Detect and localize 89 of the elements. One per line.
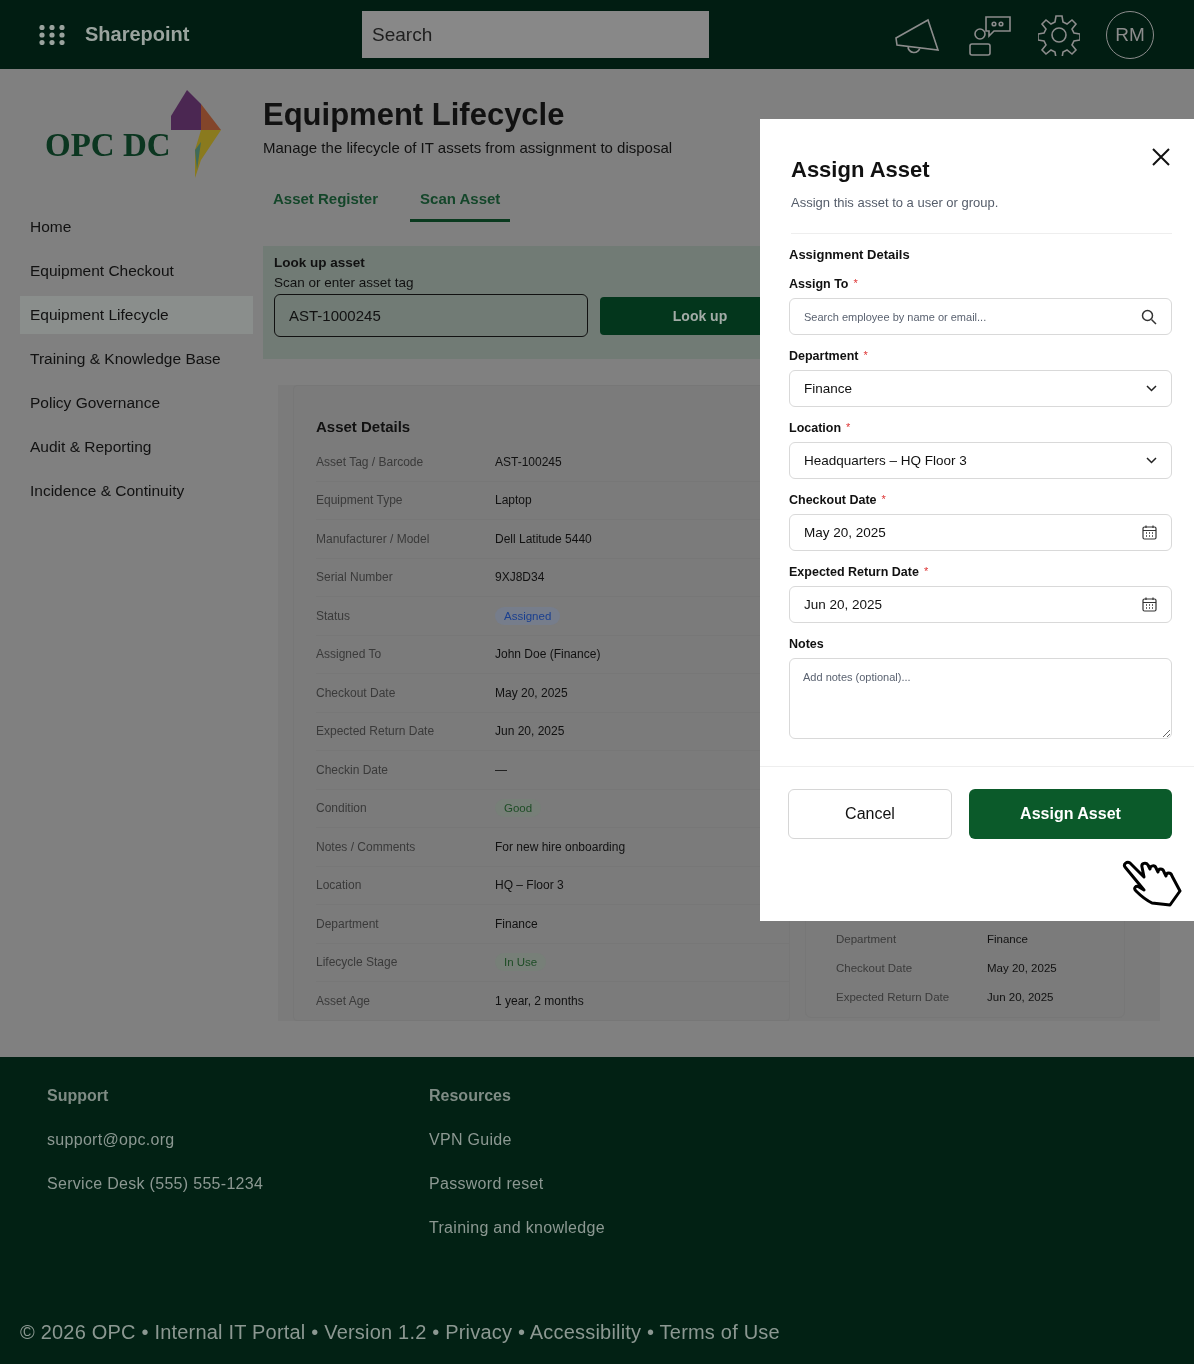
search-field[interactable]: Search bbox=[362, 11, 709, 58]
field-label: Expected Return Date bbox=[836, 990, 951, 1003]
dialog-title: Assign Asset bbox=[791, 157, 930, 183]
footer-heading: Resources bbox=[429, 1087, 512, 1105]
notes-field[interactable]: Add notes (optional)... bbox=[789, 658, 1172, 739]
sidebar-item[interactable]: Equipment Checkout bbox=[20, 252, 253, 290]
page-title: Equipment Lifecycle bbox=[263, 97, 566, 133]
field-label: Serial Number bbox=[316, 570, 394, 585]
chevron-down-icon bbox=[1146, 385, 1157, 392]
search-icon bbox=[1141, 309, 1157, 325]
sidebar-item[interactable]: Policy Governance bbox=[20, 384, 253, 422]
field-label: Location bbox=[789, 421, 842, 435]
app-name: Sharepoint bbox=[85, 23, 191, 46]
close-icon[interactable] bbox=[1152, 148, 1170, 166]
field-value: Dell Latitude 5440 bbox=[495, 531, 592, 546]
field-value: AST-100245 bbox=[495, 454, 562, 469]
status-tag: Good bbox=[495, 799, 542, 818]
field-label: Department bbox=[836, 932, 898, 945]
assign-asset-button[interactable]: Assign Asset bbox=[969, 789, 1172, 839]
field-label: Checkout Date bbox=[789, 493, 877, 507]
dropdown[interactable]: Headquarters – HQ Floor 3 bbox=[789, 442, 1172, 479]
date-field[interactable]: Jun 20, 2025 bbox=[789, 586, 1172, 623]
sidebar-item[interactable]: Incidence & Continuity bbox=[20, 472, 253, 510]
field-label: Checkin Date bbox=[316, 762, 390, 777]
field-value: May 20, 2025 bbox=[495, 685, 568, 700]
asset-tag-field[interactable]: AST-1000245 bbox=[274, 294, 588, 337]
logo-text: OPC DC bbox=[45, 127, 171, 164]
field-value: Jun 20, 2025 bbox=[495, 724, 565, 739]
dropdown[interactable]: Finance bbox=[789, 370, 1172, 407]
calendar-icon[interactable] bbox=[1142, 597, 1157, 612]
page-subtitle: Manage the lifecycle of IT assets from assignment to disposal bbox=[263, 139, 674, 156]
required-mark: * bbox=[881, 493, 886, 507]
chat-person-icon[interactable] bbox=[968, 13, 1012, 56]
card-title: Asset Details bbox=[316, 418, 412, 435]
field-label: Manufacturer / Model bbox=[316, 531, 431, 546]
dialog-subtitle: Assign this asset to a user or group. bbox=[791, 195, 1000, 210]
sidebar-item[interactable]: Training & Knowledge Base bbox=[20, 340, 253, 378]
field-value: HQ – Floor 3 bbox=[495, 878, 564, 893]
footer-link[interactable]: Training and knowledge bbox=[429, 1219, 813, 1237]
cancel-button[interactable]: Cancel bbox=[788, 789, 952, 839]
section-heading: Assignment Details bbox=[789, 247, 911, 262]
field-label: Expected Return Date bbox=[789, 565, 919, 579]
copyright-line: © 2026 OPC • Internal IT Portal • Version 1.2 • Privacy • Accessibility • Terms of Use bbox=[20, 1321, 781, 1344]
status-tag: In Use bbox=[495, 953, 547, 972]
field-value: Jun 20, 2025 bbox=[987, 990, 1054, 1003]
field-value: — bbox=[495, 762, 507, 777]
field-value: Laptop bbox=[495, 493, 532, 508]
field-label: Asset Age bbox=[316, 993, 372, 1008]
status-tag: Assigned bbox=[495, 606, 561, 625]
settings-icon[interactable] bbox=[1038, 13, 1080, 56]
required-mark: * bbox=[923, 565, 929, 579]
lookup-title: Look up asset bbox=[274, 255, 365, 270]
footer-link[interactable]: Password reset bbox=[429, 1175, 813, 1193]
lookup-hint: Scan or enter asset tag bbox=[274, 275, 414, 290]
field-label: Checkout Date bbox=[836, 961, 914, 974]
date-field[interactable]: May 20, 2025 bbox=[789, 514, 1172, 551]
footer-link[interactable]: VPN Guide bbox=[429, 1131, 813, 1149]
field-value: 1 year, 2 months bbox=[495, 993, 584, 1008]
app-launcher-icon[interactable] bbox=[39, 24, 65, 45]
field-label: Expected Return Date bbox=[316, 724, 436, 739]
field-label: Condition bbox=[316, 801, 368, 816]
field-label: Equipment Type bbox=[316, 493, 404, 508]
sidebar-item[interactable]: Home bbox=[20, 208, 253, 246]
field-label: Department bbox=[316, 916, 380, 931]
field-label: Notes bbox=[789, 637, 824, 651]
field-value: Finance bbox=[987, 932, 1028, 945]
sidebar-item[interactable]: Audit & Reporting bbox=[20, 428, 253, 466]
field-value: 9XJ8D34 bbox=[495, 570, 545, 585]
footer-link[interactable]: Service Desk (555) 555-1234 bbox=[47, 1175, 431, 1193]
calendar-icon[interactable] bbox=[1142, 525, 1157, 540]
field-label: Status bbox=[316, 608, 352, 623]
field-label: Lifecycle Stage bbox=[316, 955, 399, 970]
required-mark: * bbox=[863, 349, 868, 363]
field-value: For new hire onboarding bbox=[495, 839, 626, 854]
field-label: Checkout Date bbox=[316, 685, 397, 700]
field-label: Location bbox=[316, 878, 363, 893]
field-value: May 20, 2025 bbox=[987, 961, 1057, 974]
field-label: Assigned To bbox=[316, 647, 383, 662]
chevron-down-icon bbox=[1146, 457, 1157, 464]
sidebar-item[interactable]: Equipment Lifecycle bbox=[20, 296, 253, 334]
field-label: Department bbox=[789, 349, 859, 363]
field-label: Assign To bbox=[789, 277, 849, 291]
required-mark: * bbox=[846, 421, 851, 435]
field-label: Asset Tag / Barcode bbox=[316, 454, 425, 469]
footer-heading: Support bbox=[47, 1087, 110, 1105]
employee-search-field[interactable]: Search employee by name or email... bbox=[789, 298, 1172, 335]
field-label: Notes / Comments bbox=[316, 839, 417, 854]
field-value: Finance bbox=[495, 916, 538, 931]
required-mark: * bbox=[853, 277, 858, 291]
